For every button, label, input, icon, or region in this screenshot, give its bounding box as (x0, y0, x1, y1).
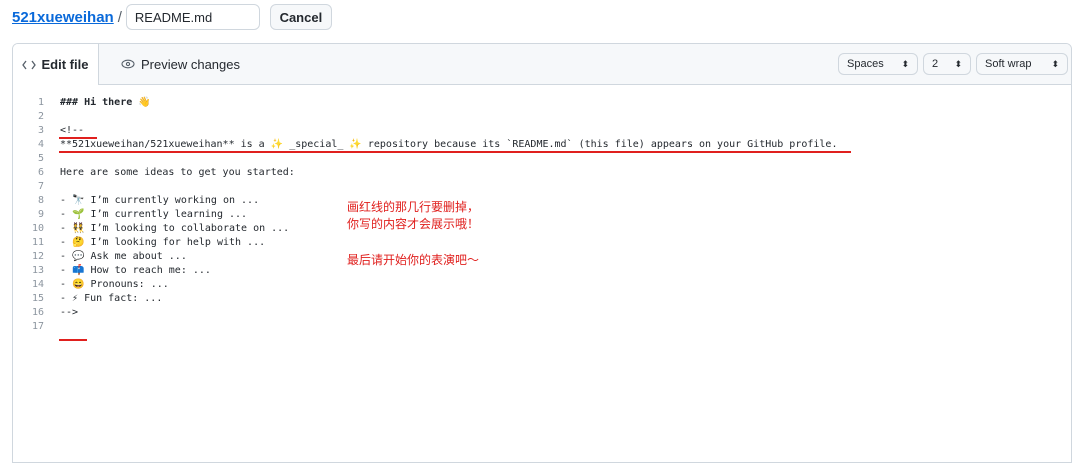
line-number: 6 (37, 167, 44, 178)
select-chevron-icon: ⬍ (901, 58, 909, 69)
red-underline-mark (59, 137, 97, 139)
line-number: 12 (31, 251, 44, 262)
line-text: - 🌱 I’m currently learning ... (60, 209, 248, 220)
line-text: - 📫 How to reach me: ... (60, 265, 211, 276)
filename-input[interactable] (125, 4, 260, 30)
line-text: ### Hi there 👋 (60, 97, 151, 108)
red-underline-mark (59, 339, 87, 341)
line-text: - 💬 Ask me about ... (60, 251, 187, 262)
line-text: --> (60, 307, 79, 318)
line-number: 2 (37, 111, 44, 122)
annotation-note-line-1: 画红线的那几行要删掉， (347, 200, 480, 214)
annotation-note-line-3: 最后请开始你的表演吧～ (347, 253, 480, 267)
annotation-note-line-2: 你写的内容才会展示哦！ (347, 217, 480, 231)
line-text: <!-- (60, 125, 85, 136)
line-number: 13 (31, 265, 44, 276)
line-number: 10 (31, 223, 44, 234)
indent-size-value: 2 (932, 58, 939, 70)
code-icon (21, 60, 36, 70)
tab-edit-label: Edit file (41, 57, 89, 72)
owner-link[interactable]: 521xueweihan (12, 9, 114, 26)
line-number: 1 (37, 97, 44, 108)
line-number: 4 (37, 139, 44, 150)
tab-edit-file[interactable]: Edit file (13, 44, 99, 85)
indent-size-select[interactable]: 2 ⬍ (923, 53, 971, 75)
select-chevron-icon: ⬍ (954, 58, 962, 69)
line-text: Here are some ideas to get you started: (60, 167, 295, 178)
line-text: **521xueweihan/521xueweihan** is a ✨ _sp… (60, 139, 838, 150)
cancel-button[interactable]: Cancel (269, 4, 332, 30)
line-number: 8 (37, 195, 44, 206)
tab-preview-label: Preview changes (141, 56, 240, 72)
line-text: - 🤔 I’m looking for help with ... (60, 237, 266, 248)
breadcrumb: 521xueweihan / Cancel (12, 4, 332, 30)
file-editor: Edit file Preview changes Spaces ⬍ 2 ⬍ S… (12, 43, 1072, 463)
red-underline-mark (59, 151, 851, 153)
line-number: 17 (31, 321, 44, 332)
editor-tabbar: Edit file Preview changes Spaces ⬍ 2 ⬍ S… (13, 44, 1071, 85)
line-text: - 😄 Pronouns: ... (60, 279, 169, 290)
line-number: 16 (31, 307, 44, 318)
tab-preview-changes[interactable]: Preview changes (121, 44, 240, 84)
line-text: - 🔭 I’m currently working on ... (60, 195, 260, 206)
line-text: - 👯 I’m looking to collaborate on ... (60, 223, 290, 234)
indent-mode-value: Spaces (847, 58, 884, 70)
line-text: - ⚡ Fun fact: ... (60, 293, 163, 304)
line-number: 14 (31, 279, 44, 290)
line-number: 7 (37, 181, 44, 192)
line-number: 11 (31, 237, 44, 248)
line-number: 15 (31, 293, 44, 304)
line-number: 3 (37, 125, 44, 136)
line-number: 9 (37, 209, 44, 220)
line-number: 5 (37, 153, 44, 164)
indent-mode-select[interactable]: Spaces ⬍ (838, 53, 918, 75)
wrap-mode-select[interactable]: Soft wrap ⬍ (976, 53, 1068, 75)
select-chevron-icon: ⬍ (1051, 58, 1059, 69)
eye-icon (121, 59, 135, 69)
wrap-mode-value: Soft wrap (985, 58, 1032, 70)
breadcrumb-separator: / (117, 8, 122, 26)
